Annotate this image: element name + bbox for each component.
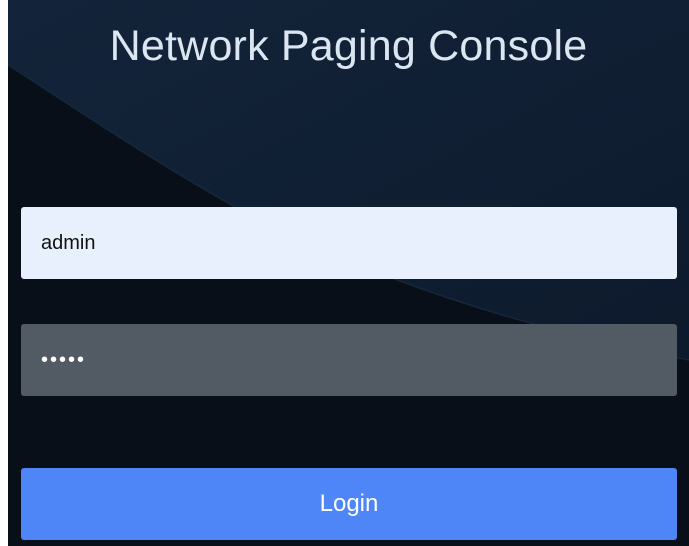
page-title: Network Paging Console bbox=[109, 22, 588, 70]
login-screen: Network Paging Console Login bbox=[0, 0, 689, 546]
login-panel: Network Paging Console Login bbox=[8, 0, 689, 546]
password-input[interactable] bbox=[21, 324, 677, 396]
login-button[interactable]: Login bbox=[21, 468, 677, 540]
username-input[interactable] bbox=[21, 207, 677, 279]
